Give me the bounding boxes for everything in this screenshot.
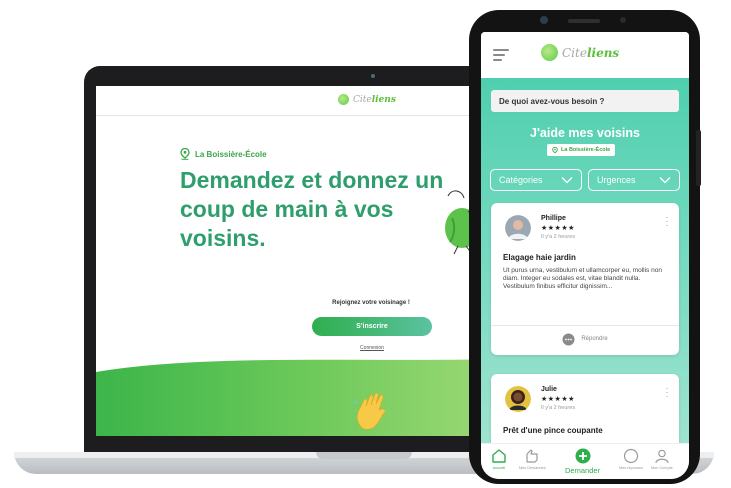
nav-account-label: Mon Compte xyxy=(651,466,673,470)
nav-requests[interactable]: Mes Demandes xyxy=(519,448,546,470)
categories-dropdown[interactable]: Catégories xyxy=(490,169,582,191)
post-author: Phillipe xyxy=(541,215,566,222)
post-title: Elagage haie jardin xyxy=(503,253,576,262)
mobile-content: De quoi avez-vous besoin ? J'aide mes vo… xyxy=(481,78,689,464)
card-divider xyxy=(491,325,679,326)
section-title: J'aide mes voisins xyxy=(530,126,640,140)
nav-requests-label: Mes Demandes xyxy=(519,466,546,470)
join-text: Rejoignez votre voisinage ! xyxy=(332,300,410,306)
urgences-dropdown-label: Urgences xyxy=(597,175,636,185)
avatar xyxy=(505,215,531,241)
reply-button[interactable]: Répondre xyxy=(491,330,679,348)
location-pin-icon xyxy=(552,146,558,153)
mobile-app: Cite liens De quoi avez-vous besoin ? J'a… xyxy=(481,32,689,479)
post-time: Il y'a 2 heures xyxy=(541,234,576,240)
chevron-down-icon xyxy=(561,177,573,184)
menu-icon[interactable] xyxy=(493,49,509,61)
post-text: Ut purus urna, vestibulum et ullamcorper… xyxy=(503,267,662,290)
avatar xyxy=(505,386,531,412)
post-title: Prêt d'une pince coupante xyxy=(503,426,603,435)
desktop-location-label: La Boissière-École xyxy=(195,149,267,159)
chat-bubble-icon xyxy=(562,333,575,345)
desktop-logo[interactable]: Cite liens xyxy=(338,94,396,105)
post-author: Julie xyxy=(541,386,557,393)
request-card[interactable]: Phillipe ★★★★★ Il y'a 2 heures · · · Elaga… xyxy=(491,203,679,355)
location-pin-icon xyxy=(180,148,190,160)
signup-button[interactable]: S'inscrire xyxy=(312,317,432,336)
login-link[interactable]: Connexion xyxy=(312,345,432,351)
home-icon xyxy=(492,449,506,463)
waving-hand-icon xyxy=(354,392,386,430)
nav-ask[interactable]: Demander xyxy=(565,448,600,475)
nav-home-label: Accueil xyxy=(492,466,506,470)
plus-circle-icon xyxy=(575,448,591,464)
desktop-location: La Boissière-École xyxy=(180,148,267,160)
rating-stars: ★★★★★ xyxy=(541,225,575,232)
laptop-notch xyxy=(316,452,412,459)
chevron-down-icon xyxy=(659,177,671,184)
phone-side-button xyxy=(696,130,701,186)
phone-camera xyxy=(540,16,548,24)
nav-home[interactable]: Accueil xyxy=(491,448,507,470)
logo-text-cite: Cite xyxy=(353,94,372,105)
more-options-icon[interactable]: · · · xyxy=(665,213,669,230)
location-badge-label: La Boissière-École xyxy=(561,147,611,153)
search-input[interactable]: De quoi avez-vous besoin ? xyxy=(491,90,679,112)
mobile-logo[interactable]: Cite liens xyxy=(541,44,619,61)
reply-label: Répondre xyxy=(581,336,608,342)
nav-ask-label: Demander xyxy=(565,466,601,475)
user-icon xyxy=(655,449,669,464)
desktop-heading: Demandez et donnez un coup de main à vos… xyxy=(180,167,444,251)
circle-icon xyxy=(623,448,639,464)
urgences-dropdown[interactable]: Urgences xyxy=(588,169,680,191)
phone-sensor xyxy=(620,17,626,23)
logo-mark xyxy=(338,94,349,105)
logo-text-liens: liens xyxy=(586,45,620,60)
location-badge[interactable]: La Boissière-École xyxy=(547,144,616,156)
rating-stars: ★★★★★ xyxy=(541,396,575,403)
logo-mark xyxy=(541,44,558,61)
laptop-camera xyxy=(371,74,375,78)
bottom-nav: Accueil Mes Demandes Demander Mes répons… xyxy=(481,443,689,479)
nav-answers[interactable]: Mes réponses xyxy=(619,448,643,470)
logo-text-liens: liens xyxy=(371,94,396,105)
categories-dropdown-label: Catégories xyxy=(499,175,543,185)
mobile-header: Cite liens xyxy=(481,32,689,78)
logo-text-cite: Cite xyxy=(562,45,587,60)
nav-answers-label: Mes réponses xyxy=(619,466,643,470)
post-time: Il y'a 2 heures xyxy=(541,405,576,411)
hand-icon xyxy=(526,449,538,463)
phone-speaker xyxy=(568,19,600,23)
more-options-icon[interactable]: · · · xyxy=(665,384,669,401)
nav-account[interactable]: Mon Compte xyxy=(651,448,673,470)
